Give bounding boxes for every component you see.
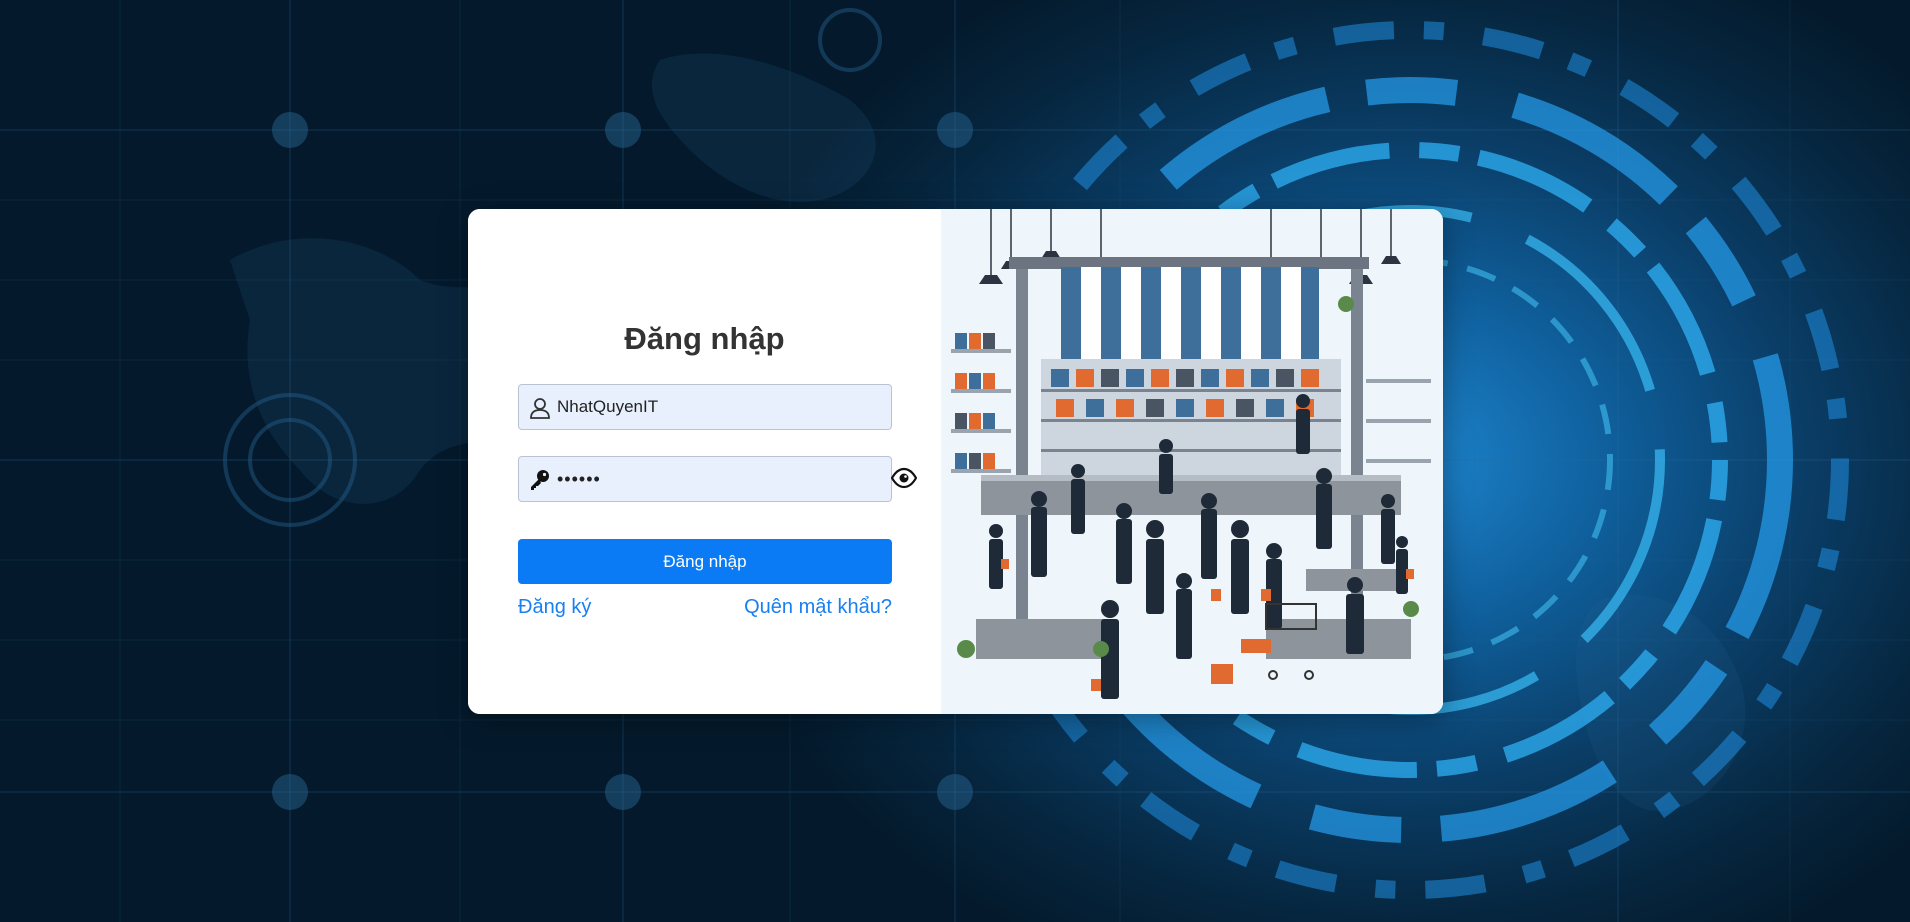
login-form: Đăng nhập Đă — [468, 209, 941, 714]
register-link[interactable]: Đăng ký — [518, 596, 591, 619]
login-page: Đăng nhập Đă — [0, 0, 1910, 922]
password-field[interactable] — [518, 456, 892, 502]
store-illustration — [941, 209, 1443, 714]
username-input[interactable] — [557, 385, 887, 429]
login-title: Đăng nhập — [624, 321, 785, 356]
key-icon — [531, 470, 549, 490]
login-button[interactable]: Đăng nhập — [518, 539, 892, 584]
login-card: Đăng nhập Đă — [468, 209, 1443, 714]
user-icon — [530, 398, 550, 419]
username-field[interactable] — [518, 384, 892, 430]
password-input[interactable] — [557, 457, 887, 501]
eye-icon[interactable] — [891, 467, 917, 489]
forgot-password-link[interactable]: Quên mật khẩu? — [744, 596, 892, 619]
